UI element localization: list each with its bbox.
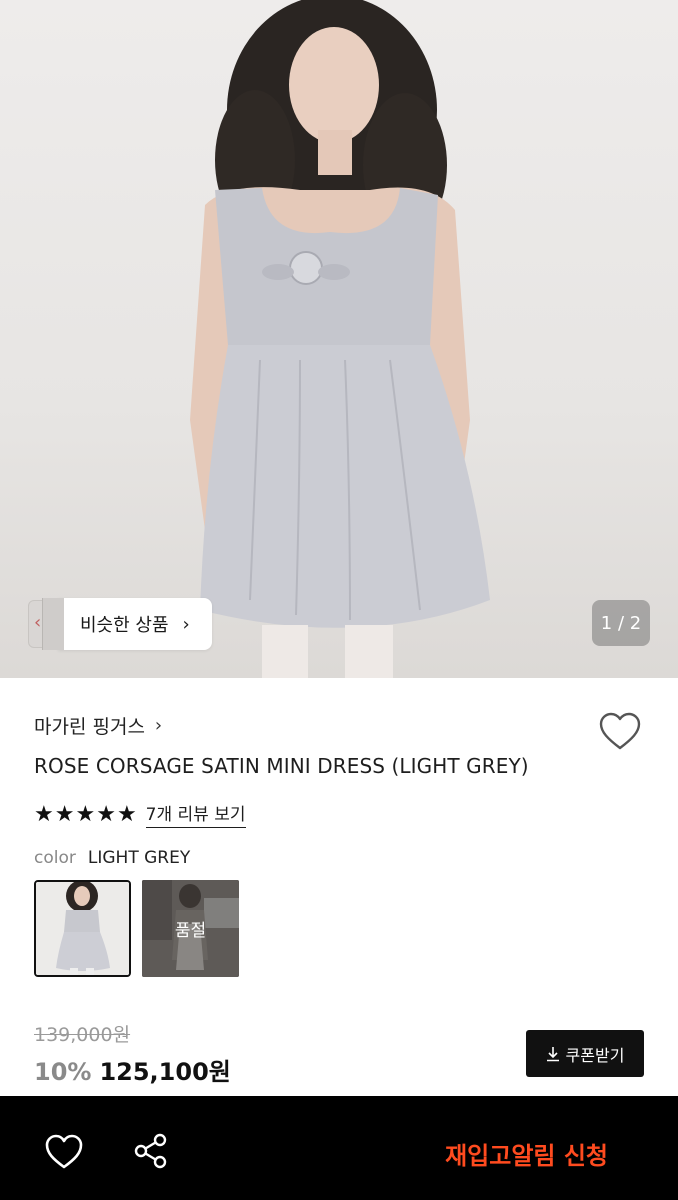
restock-alert-button[interactable]: 재입고알림 신청 bbox=[445, 1136, 608, 1171]
rating-stars: ★ ★ ★ ★ ★ bbox=[34, 801, 137, 827]
similar-products-button[interactable]: ‹ 비슷한 상품 › bbox=[28, 598, 212, 650]
discount-rate: 10% bbox=[34, 1058, 92, 1086]
star-icon: ★ bbox=[96, 801, 116, 827]
rating-row: ★ ★ ★ ★ ★ 7개 리뷰 보기 bbox=[34, 800, 246, 828]
product-title: ROSE CORSAGE SATIN MINI DRESS (LIGHT GRE… bbox=[34, 754, 529, 778]
color-swatch-sold-out[interactable]: 품절 bbox=[142, 880, 239, 977]
similar-products-label: 비슷한 상품 bbox=[80, 615, 169, 636]
product-photo bbox=[190, 0, 490, 678]
color-swatch-light-grey[interactable] bbox=[34, 880, 131, 977]
chevron-right-icon: › bbox=[182, 613, 190, 635]
download-icon bbox=[546, 1046, 559, 1061]
star-icon: ★ bbox=[75, 801, 95, 827]
bottom-action-bar: 재입고알림 신청 bbox=[0, 1096, 678, 1200]
star-icon: ★ bbox=[54, 801, 75, 827]
color-value: LIGHT GREY bbox=[87, 848, 191, 868]
sold-out-label: 품절 bbox=[142, 880, 239, 977]
review-link[interactable]: 7개 리뷰 보기 bbox=[145, 800, 246, 828]
color-label: color bbox=[34, 848, 76, 868]
product-image[interactable]: ‹ 비슷한 상품 › 1 / 2 bbox=[0, 0, 678, 678]
share-icon[interactable] bbox=[132, 1132, 170, 1170]
star-icon: ★ bbox=[34, 801, 54, 827]
color-row: color LIGHT GREY bbox=[34, 848, 190, 868]
wishlist-heart-icon[interactable] bbox=[598, 712, 642, 752]
coupon-label: 쿠폰받기 bbox=[565, 1045, 625, 1065]
sale-price: 125,100원 bbox=[99, 1058, 231, 1086]
chevron-right-icon: › bbox=[154, 715, 163, 736]
original-price: 139,000원 bbox=[34, 1024, 131, 1046]
image-page-indicator: 1 / 2 bbox=[592, 600, 650, 646]
swatch-thumbnail bbox=[36, 882, 129, 975]
star-icon: ★ bbox=[116, 801, 137, 827]
brand-name: 마가린 핑거스 bbox=[34, 716, 145, 738]
price-row: 10% 125,100원 bbox=[34, 1052, 231, 1087]
chevron-left-icon: ‹ bbox=[34, 612, 42, 633]
wishlist-heart-icon[interactable] bbox=[44, 1134, 84, 1170]
get-coupon-button[interactable]: 쿠폰받기 bbox=[526, 1030, 644, 1077]
similar-products-thumbnails: ‹ bbox=[28, 598, 64, 650]
brand-link[interactable]: 마가린 핑거스 › bbox=[34, 712, 162, 739]
